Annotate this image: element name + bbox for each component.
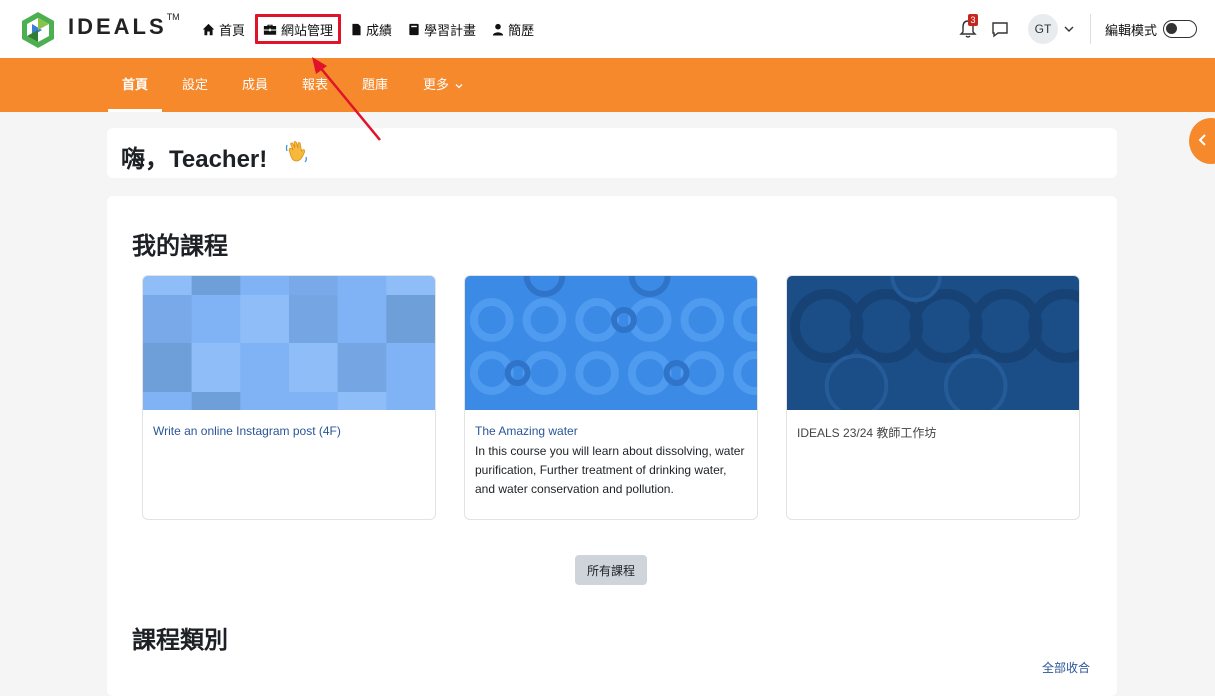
tab-home[interactable]: 首頁 [107, 58, 163, 112]
course-subnav: 首頁 設定 成員 報表 題庫 更多 [0, 58, 1215, 112]
course-card-ideals-workshop[interactable]: IDEALS 23/24 教師工作坊 [786, 275, 1080, 520]
file-icon [352, 23, 361, 35]
nav-grades[interactable]: 成績 [345, 14, 398, 44]
edit-mode-toggle[interactable] [1163, 20, 1197, 38]
course-title-link[interactable]: Write an online Instagram post (4F) [153, 424, 341, 438]
tab-more[interactable]: 更多 [423, 58, 463, 112]
course-summary: In this course you will learn about diss… [475, 444, 745, 496]
nav-profile[interactable]: 簡歷 [486, 14, 540, 44]
tab-settings[interactable]: 設定 [182, 58, 208, 112]
nav-learning-plans[interactable]: 學習計畫 [402, 14, 482, 44]
home-icon [202, 23, 215, 35]
tab-reports[interactable]: 報表 [302, 58, 328, 112]
top-navbar: IDEALSTM 首頁 網站管理 成績 學習計畫 簡歷 3 GT 編輯模式 [0, 0, 1215, 59]
greeting-card: 嗨，Teacher! [107, 128, 1117, 178]
chevron-left-icon [1198, 134, 1206, 146]
toggle-knob [1166, 23, 1177, 34]
my-courses-heading: 我的課程 [132, 233, 228, 260]
all-courses-button[interactable]: 所有課程 [575, 555, 647, 585]
course-image [465, 276, 757, 410]
collapse-all-link[interactable]: 全部收合 [1042, 659, 1090, 676]
waving-hand-icon [285, 141, 307, 163]
book-icon [409, 23, 419, 35]
user-tools: 3 GT 編輯模式 [958, 12, 1197, 46]
message-icon[interactable] [990, 19, 1010, 39]
course-categories-heading: 課程類別 [132, 627, 228, 654]
ideals-logo[interactable] [18, 10, 58, 50]
course-card-amazing-water[interactable]: The Amazing water In this course you wil… [464, 275, 758, 520]
brand-name: IDEALSTM [68, 12, 180, 39]
notifications-button[interactable]: 3 [958, 14, 980, 40]
primary-nav: 首頁 網站管理 成績 學習計畫 簡歷 [196, 14, 544, 44]
course-title-link[interactable]: The Amazing water [475, 424, 578, 438]
drawer-toggle-button[interactable] [1189, 118, 1215, 164]
notification-badge: 3 [967, 14, 978, 26]
chevron-down-icon [455, 83, 463, 88]
divider [1089, 14, 1091, 44]
course-image [143, 276, 435, 410]
user-icon [492, 23, 504, 36]
user-avatar[interactable]: GT [1027, 14, 1058, 44]
toolbox-icon [263, 24, 277, 35]
my-courses-card: 我的課程 Write an online Instagram post (4F) [107, 196, 1117, 696]
course-title-link[interactable]: IDEALS 23/24 教師工作坊 [797, 424, 936, 441]
course-image [787, 276, 1079, 410]
course-card-instagram[interactable]: Write an online Instagram post (4F) [142, 275, 436, 520]
edit-mode-label: 編輯模式 [1104, 22, 1157, 38]
tab-participants[interactable]: 成員 [242, 58, 268, 112]
nav-home[interactable]: 首頁 [196, 14, 251, 44]
nav-site-admin[interactable]: 網站管理 [255, 14, 342, 44]
greeting-heading: 嗨，Teacher! [121, 146, 268, 173]
tab-question-bank[interactable]: 題庫 [362, 58, 388, 112]
chevron-down-icon[interactable] [1064, 25, 1074, 33]
